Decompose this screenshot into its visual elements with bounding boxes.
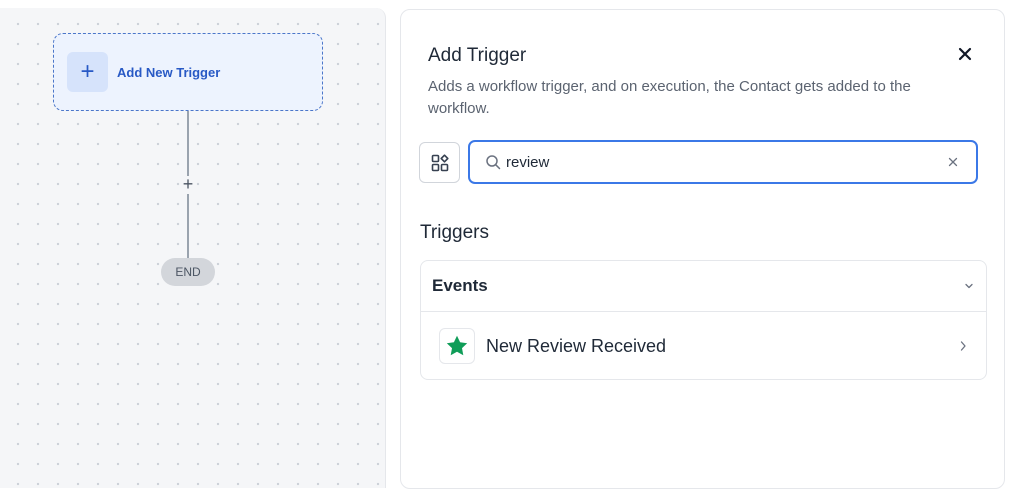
- search-input[interactable]: [506, 142, 944, 182]
- star-icon: [446, 335, 468, 356]
- events-group-title: Events: [432, 276, 488, 295]
- chevron-right-icon: [960, 341, 966, 351]
- trigger-item-new-review-received[interactable]: New Review Received: [421, 312, 986, 380]
- clear-search-button[interactable]: [944, 153, 962, 171]
- events-group-header[interactable]: Events: [421, 261, 986, 312]
- close-icon: [958, 47, 972, 61]
- workflow-canvas[interactable]: + Add New Trigger + END: [0, 8, 386, 488]
- add-step-button[interactable]: +: [178, 174, 198, 194]
- panel-description: Adds a workflow trigger, and on executio…: [428, 78, 911, 117]
- add-trigger-panel: Add Trigger Adds a workflow trigger, and…: [400, 9, 1005, 489]
- panel-title: Add Trigger: [428, 45, 527, 66]
- triggers-section-title: Triggers: [420, 222, 489, 243]
- connector-line-top: [187, 111, 189, 176]
- category-grid-button[interactable]: [419, 142, 460, 183]
- events-group: Events New Review Received: [420, 260, 987, 380]
- search-icon: [484, 153, 502, 171]
- search-box: [468, 140, 978, 184]
- grid-icon: [431, 153, 449, 171]
- add-new-trigger-label: Add New Trigger: [117, 64, 221, 80]
- plus-icon: +: [67, 52, 108, 92]
- end-node: END: [161, 258, 215, 286]
- trigger-item-label: New Review Received: [486, 335, 667, 356]
- close-icon: [948, 157, 958, 167]
- star-icon-container: [439, 328, 475, 364]
- close-button[interactable]: [953, 42, 977, 66]
- add-new-trigger-node[interactable]: + Add New Trigger: [53, 33, 323, 111]
- connector-line-bottom: [187, 194, 189, 258]
- chevron-down-icon: [965, 283, 973, 289]
